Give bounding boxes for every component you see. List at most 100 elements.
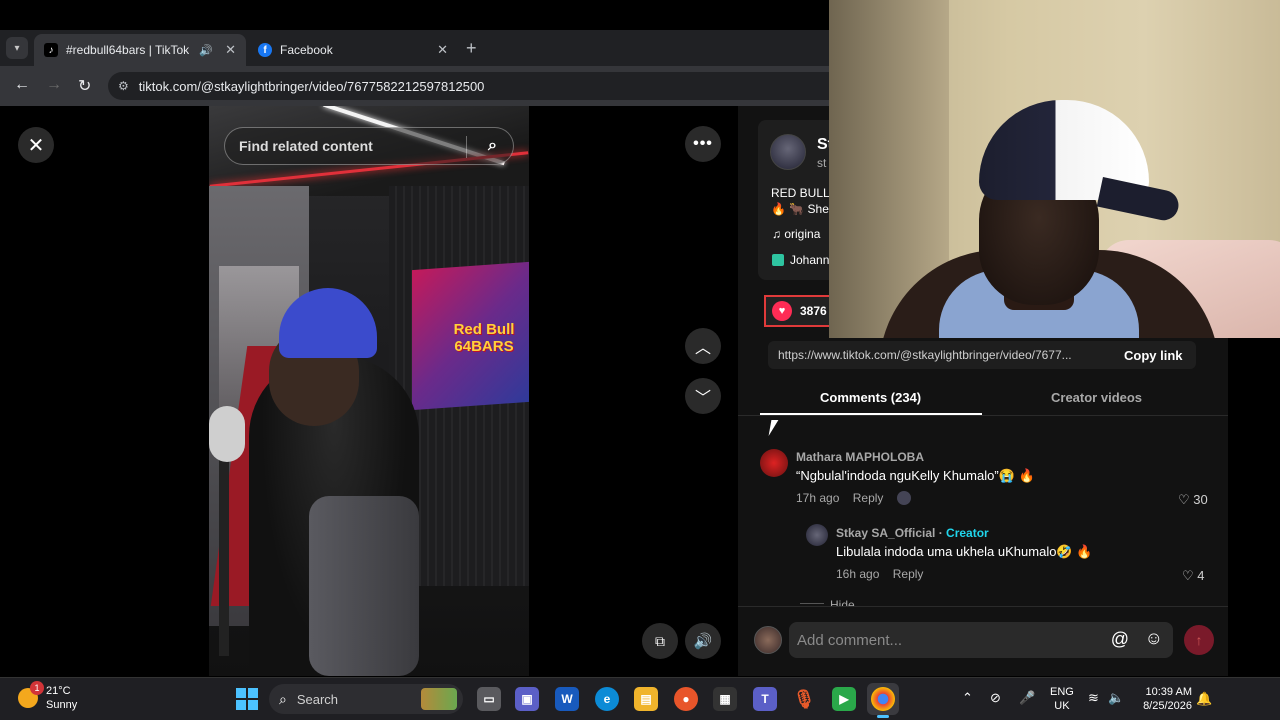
close-video-button[interactable]: ✕ [18, 127, 54, 163]
arrow-up-icon: ↑ [1195, 632, 1203, 648]
address-bar[interactable]: ⚙ tiktok.com/@stkaylightbringer/video/76… [108, 72, 830, 100]
microphone-app-icon[interactable]: 🎙 [792, 687, 816, 711]
clock-date: 8/25/2026 [1143, 700, 1192, 712]
separator: · [935, 526, 947, 540]
post-comment-button[interactable]: ↑ [1184, 625, 1214, 655]
weather-widget[interactable]: 1 21°C Sunny [18, 681, 77, 712]
microphone-icon[interactable]: 🎤 [1019, 690, 1035, 706]
windows-logo-tile [248, 700, 258, 710]
language-indicator[interactable]: ENG UK [1050, 685, 1074, 713]
comment-placeholder: Add comment... [797, 631, 903, 649]
like-button[interactable]: ♥ 3876 [764, 295, 834, 327]
notification-bell-icon[interactable]: 🔔 [1196, 691, 1212, 707]
share-link-row: https://www.tiktok.com/@stkaylightbringe… [768, 341, 1196, 369]
logo-line1: Red Bull [453, 321, 515, 338]
weather-text: 21°C Sunny [46, 684, 77, 712]
top-bar [0, 0, 830, 30]
network-off-icon[interactable]: ⊘ [990, 690, 1001, 706]
comment-meta: 17h ago Reply [796, 491, 911, 505]
forward-arrow-icon[interactable]: → [46, 76, 62, 94]
teams-chat-icon[interactable]: ▣ [515, 687, 539, 711]
tab-title: #redbull64bars | TikTok [66, 43, 190, 57]
tab-tiktok[interactable]: ♪ #redbull64bars | TikTok 🔊 ✕ [34, 34, 246, 66]
comment-input[interactable]: Add comment... @ ☺ [789, 622, 1173, 658]
webcam-overlay [829, 0, 1280, 338]
music-row[interactable]: ♫ origina [772, 227, 830, 241]
avatar [754, 626, 782, 654]
tab-facebook[interactable]: f Facebook ✕ [248, 34, 458, 66]
comment-meta: 16h ago Reply [836, 567, 923, 581]
copy-link-button[interactable]: Copy link [1124, 348, 1183, 363]
file-explorer-icon[interactable]: ▤ [634, 687, 658, 711]
heart-outline-icon: ♡ [1182, 568, 1198, 583]
tab-search-button[interactable]: ▾ [6, 37, 28, 59]
comment-like[interactable]: ♡ 30 [1178, 492, 1208, 508]
new-tab-icon[interactable]: + [466, 38, 477, 59]
close-tab-icon[interactable]: ✕ [225, 42, 236, 58]
notification-badge: 1 [30, 681, 44, 695]
avatar[interactable] [806, 524, 828, 546]
taskbar-search[interactable]: ⌕ Search [269, 684, 463, 714]
like-count: 30 [1193, 492, 1208, 507]
task-view-icon[interactable]: ▭ [477, 687, 501, 711]
next-video-button[interactable]: ﹀ [685, 378, 721, 414]
windows-logo-tile [248, 688, 258, 698]
hide-replies-button[interactable]: Hide [830, 598, 855, 606]
previous-video-button[interactable]: ︿ [685, 328, 721, 364]
comment-like[interactable]: ♡ 4 [1182, 568, 1205, 584]
reload-icon[interactable]: ↻ [78, 76, 91, 96]
chrome-icon[interactable] [871, 687, 895, 711]
tab-audio-icon[interactable]: 🔊 [199, 44, 213, 57]
tag-name: Johann [790, 253, 830, 267]
close-tab-icon[interactable]: ✕ [437, 42, 448, 58]
tiktok-icon: ♪ [44, 43, 58, 57]
volume-button[interactable]: 🔊 [685, 623, 721, 659]
start-button[interactable] [236, 688, 258, 710]
tab-comments[interactable]: Comments (234) [820, 390, 921, 405]
creator-handle: st [817, 156, 827, 170]
comment-username[interactable]: Mathara MAPHOLOBA [796, 450, 924, 464]
search-placeholder: Find related content [239, 138, 373, 154]
volume-icon[interactable]: 🔈 [1108, 690, 1124, 706]
avatar[interactable] [760, 449, 788, 477]
active-app-indicator [877, 715, 889, 718]
edge-icon[interactable]: e [595, 687, 619, 711]
search-divider [466, 136, 467, 158]
chevron-down-icon: ﹀ [694, 390, 711, 407]
more-options-button[interactable]: ••• [685, 126, 721, 162]
reply-button[interactable]: Reply [893, 567, 924, 581]
wifi-icon[interactable]: ≋ [1088, 690, 1099, 706]
webcam-cap-brim [1096, 177, 1182, 223]
keyboard-region: UK [1054, 700, 1070, 712]
creator-name[interactable]: St [817, 136, 829, 154]
browser-toolbar: ← → ↻ ⚙ tiktok.com/@stkaylightbringer/vi… [0, 66, 830, 106]
clock[interactable]: 10:39 AM 8/25/2026 [1136, 685, 1192, 713]
emoji-icon[interactable]: ☺ [1145, 628, 1163, 649]
heart-outline-icon: ♡ [1178, 492, 1194, 507]
word-icon[interactable]: W [555, 687, 579, 711]
picture-in-picture-button[interactable]: ⧉ [642, 623, 678, 659]
site-info-icon[interactable]: ⚙ [118, 79, 129, 93]
music-note-icon: ♫ [772, 227, 785, 241]
video-player[interactable]: Red Bull 64BARS [209, 106, 529, 676]
reply-button[interactable]: Reply [853, 491, 884, 505]
chevron-up-icon[interactable]: ⌃ [962, 690, 973, 706]
share-url[interactable]: https://www.tiktok.com/@stkaylightbringe… [768, 348, 1108, 362]
teams-icon[interactable]: T [753, 687, 777, 711]
back-arrow-icon[interactable]: ← [14, 76, 30, 94]
tag-row[interactable]: Johann [772, 253, 830, 267]
tab-creator-videos[interactable]: Creator videos [1051, 390, 1142, 405]
comment-time: 16h ago [836, 567, 880, 581]
capcut-icon[interactable]: ▶ [832, 687, 856, 711]
browser-tabstrip: ▾ ♪ #redbull64bars | TikTok 🔊 ✕ f Facebo… [0, 30, 830, 66]
clipchamp-icon[interactable]: ▦ [713, 687, 737, 711]
mention-icon[interactable]: @ [1111, 629, 1129, 650]
liked-by-creator-avatar [896, 491, 911, 505]
music-name: origina [784, 227, 821, 241]
creator-avatar[interactable] [770, 134, 806, 170]
search-icon[interactable]: ⌕ [488, 137, 497, 155]
find-related-search[interactable]: Find related content ⌕ [224, 127, 514, 165]
language-code: ENG [1050, 686, 1074, 698]
comment-username[interactable]: Stkay SA_Official · Creator [836, 526, 989, 540]
firefox-icon[interactable]: ● [674, 687, 698, 711]
